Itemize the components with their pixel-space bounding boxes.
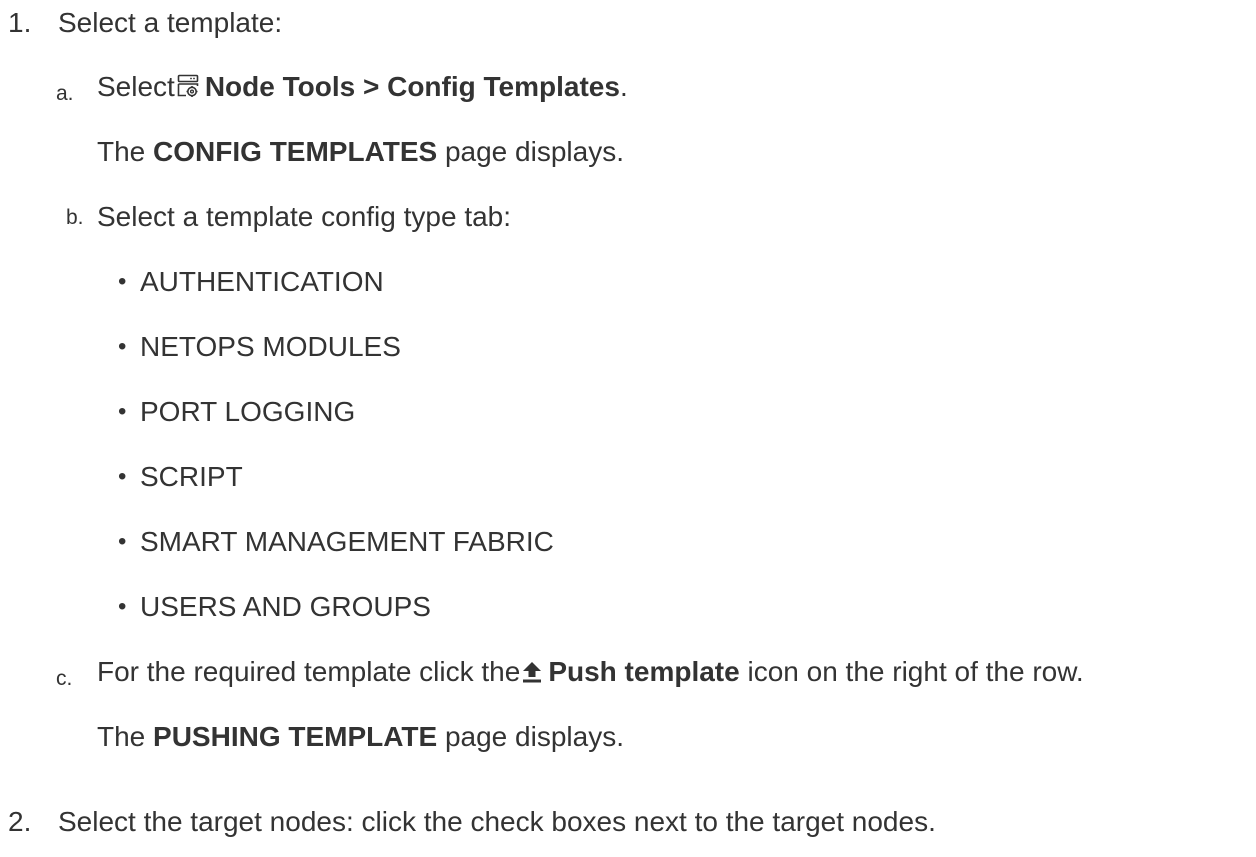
config-templates-page-name: CONFIG TEMPLATES — [153, 136, 438, 167]
substep-c-instruction: For the required template click the Push… — [97, 656, 1084, 688]
substep-a-result-prefix: The — [97, 136, 146, 167]
push-template-label: Push template — [548, 656, 740, 687]
substep-a-result: The CONFIG TEMPLATES page displays. — [97, 136, 624, 168]
substep-a-prefix: Select — [97, 71, 175, 102]
substep-a-result-suffix: page displays. — [444, 136, 624, 167]
substep-c-result-suffix: page displays. — [444, 721, 624, 752]
bullet-dot: • — [118, 593, 127, 620]
step-2-marker: 2. — [8, 806, 32, 837]
node-tools-menu-path: Node Tools > Config Templates — [204, 71, 620, 102]
substep-c-result: The PUSHING TEMPLATE page displays. — [97, 721, 624, 753]
bullet-item: AUTHENTICATION — [140, 266, 384, 297]
substep-c-prefix: For the required template click the — [97, 656, 521, 687]
substep-c-result-prefix: The — [97, 721, 146, 752]
push-template-icon — [522, 661, 542, 683]
step-2-text: Select the target nodes: click the check… — [58, 806, 936, 837]
bullet-dot: • — [118, 398, 127, 425]
bullet-item: NETOPS MODULES — [140, 331, 401, 362]
bullet-dot: • — [118, 528, 127, 555]
substep-b-text: Select a template config type tab: — [97, 201, 512, 232]
substep-a-instruction: Select Node Tools > Config Templates. — [97, 71, 628, 103]
bullet-dot: • — [118, 333, 127, 360]
step-1-marker: 1. — [8, 7, 32, 38]
bullet-item: PORT LOGGING — [140, 396, 356, 427]
bullet-item: SMART MANAGEMENT FABRIC — [140, 526, 554, 557]
step-1-text: Select a template: — [58, 7, 283, 38]
bullet-dot: • — [118, 268, 127, 295]
substep-a-suffix: . — [619, 71, 628, 102]
bullet-item: USERS AND GROUPS — [140, 591, 431, 622]
bullet-item: SCRIPT — [140, 461, 243, 492]
substep-b-marker: b. — [66, 206, 84, 229]
bullet-dot: • — [118, 463, 127, 490]
substep-c-marker: c. — [56, 667, 73, 690]
substep-a-marker: a. — [56, 82, 74, 105]
pushing-template-page-name: PUSHING TEMPLATE — [153, 721, 438, 752]
substep-c-suffix: icon on the right of the row. — [747, 656, 1084, 687]
node-tools-icon — [177, 74, 199, 98]
